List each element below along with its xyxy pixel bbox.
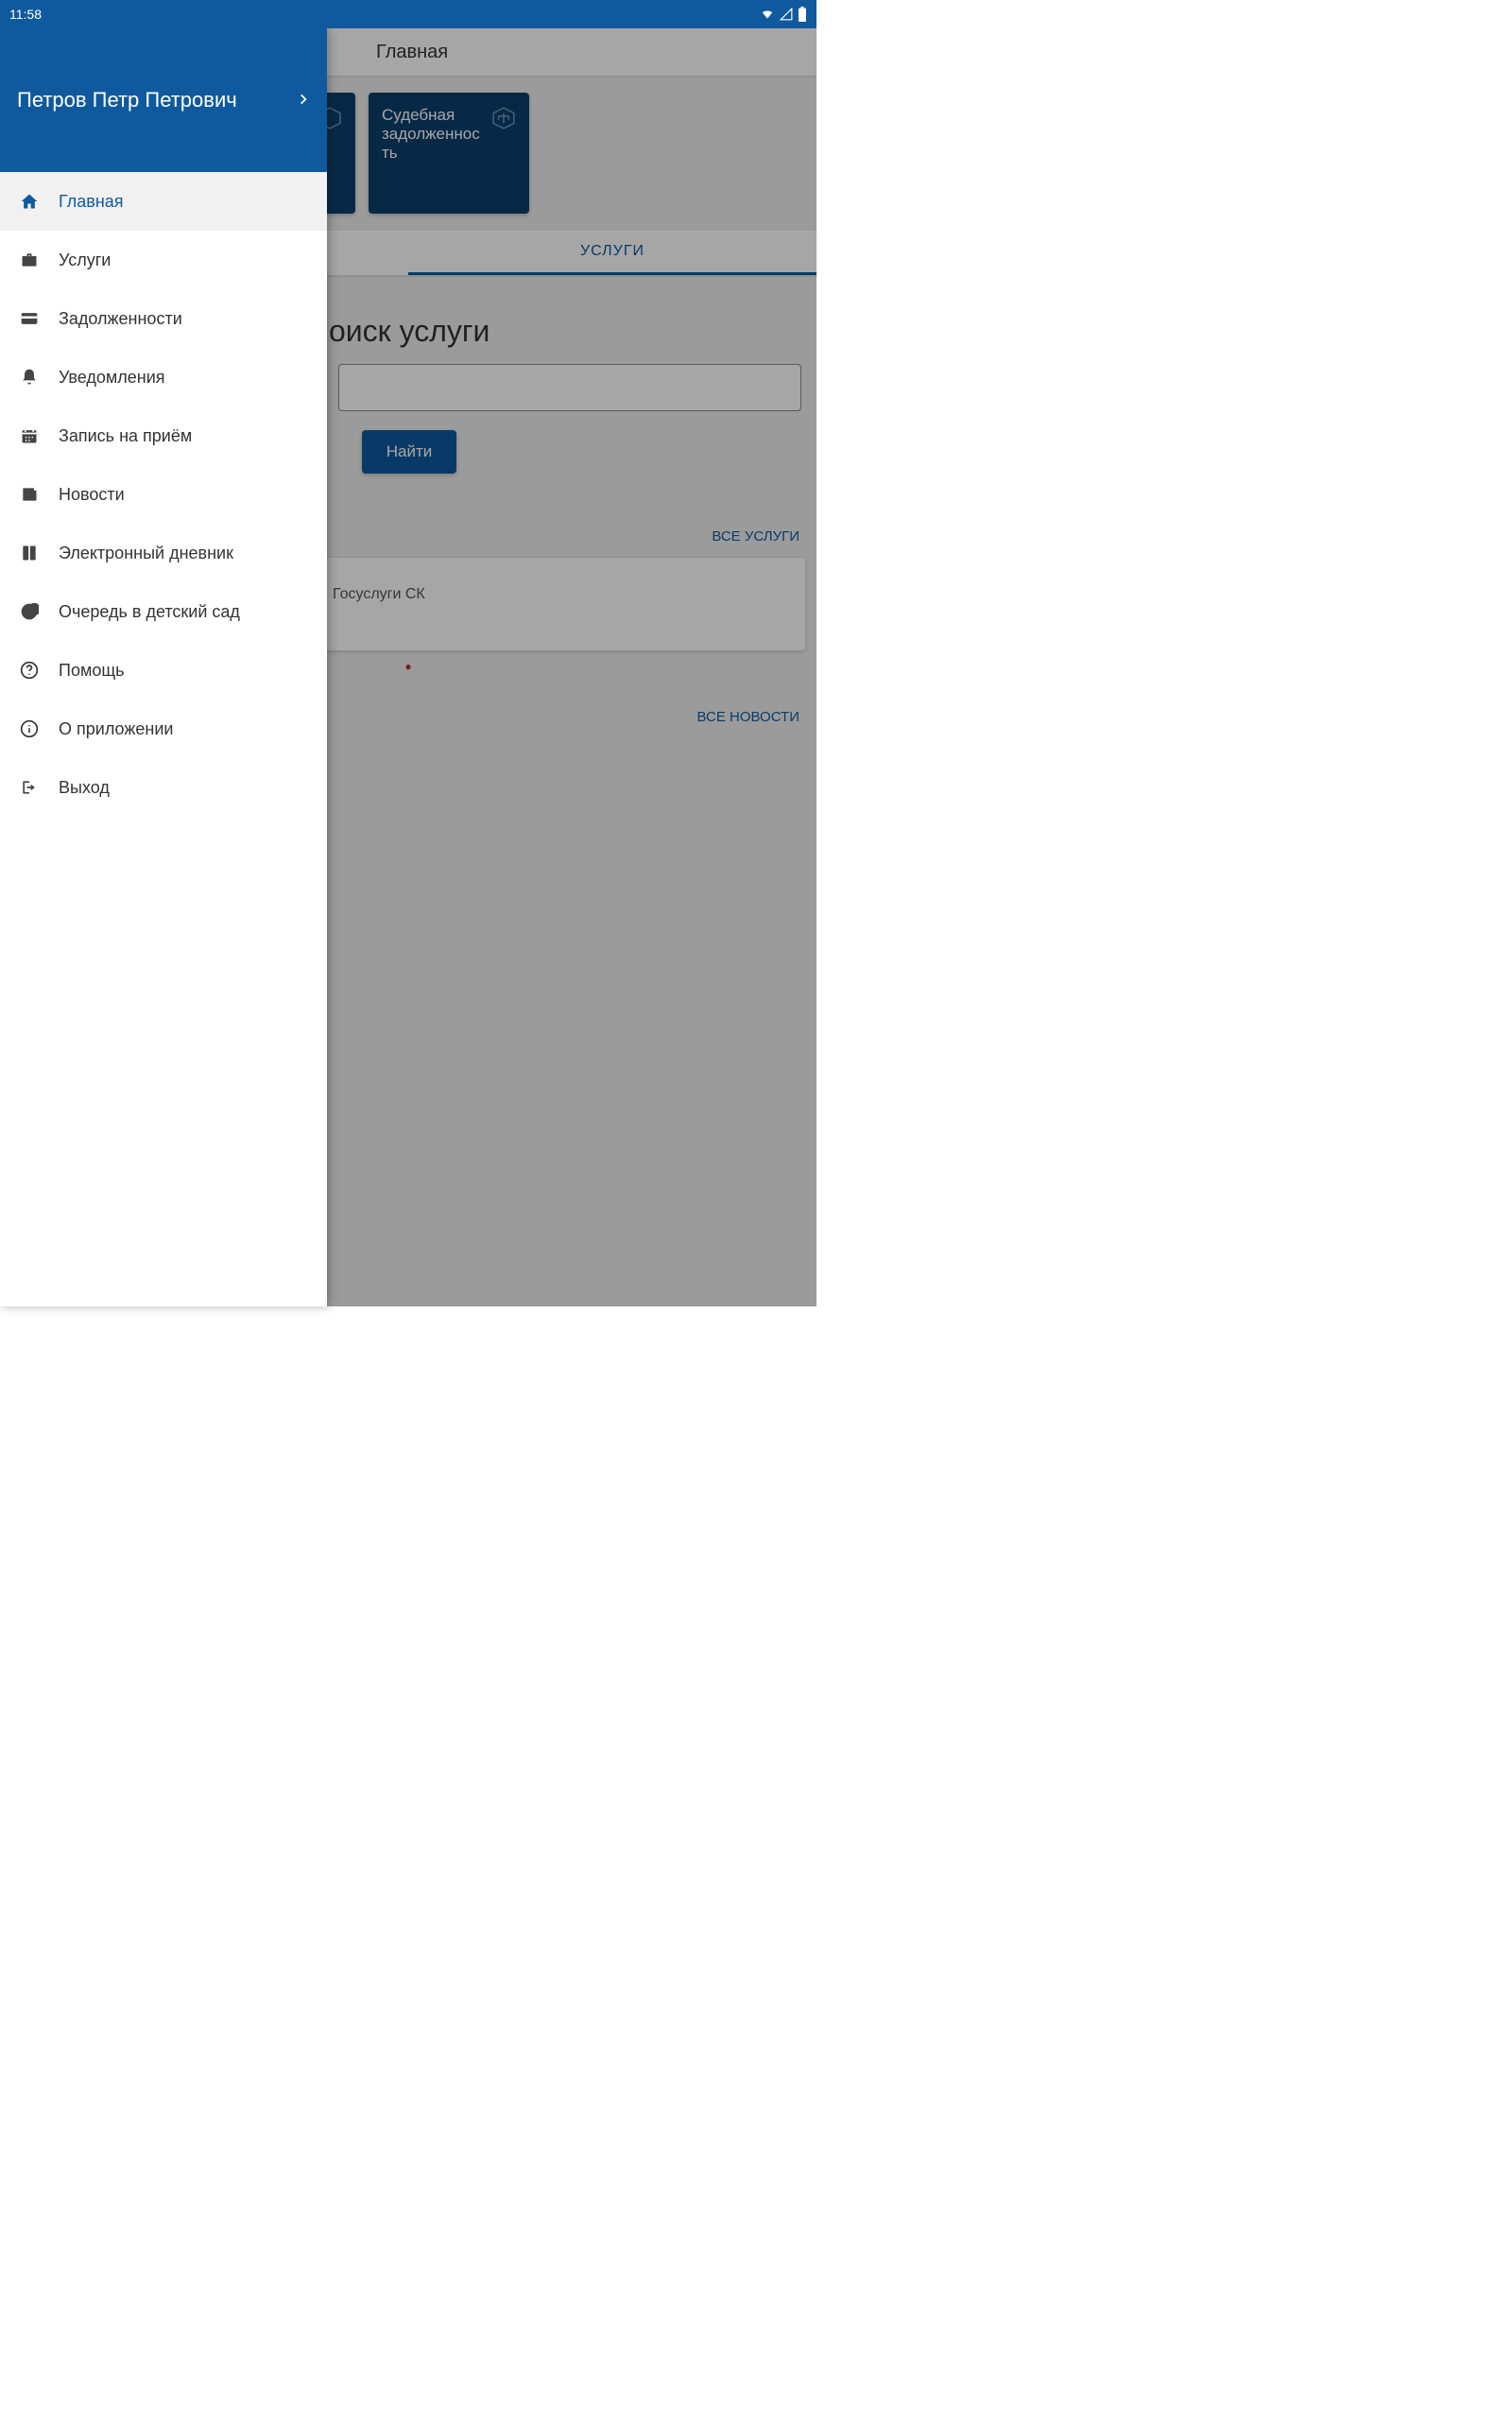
nav-item-pie[interactable]: Очередь в детский сад xyxy=(0,582,327,641)
nav-item-label: Запись на приём xyxy=(59,426,192,446)
nav-item-calendar[interactable]: Запись на приём xyxy=(0,406,327,465)
nav-item-home[interactable]: Главная xyxy=(0,172,327,231)
battery-icon xyxy=(798,7,807,22)
pie-icon xyxy=(19,601,40,622)
nav-item-label: Помощь xyxy=(59,661,125,681)
nav-item-label: О приложении xyxy=(59,719,173,739)
status-icons xyxy=(760,7,807,22)
nav-item-label: Электронный дневник xyxy=(59,544,233,563)
wifi-icon xyxy=(760,8,775,21)
nav-item-label: Уведомления xyxy=(59,368,165,388)
nav-item-info[interactable]: О приложении xyxy=(0,700,327,758)
diary-icon xyxy=(19,543,40,563)
nav-item-card[interactable]: Задолженности xyxy=(0,289,327,348)
nav-item-diary[interactable]: Электронный дневник xyxy=(0,524,327,582)
calendar-icon xyxy=(19,425,40,446)
nav-item-exit[interactable]: Выход xyxy=(0,758,327,817)
exit-icon xyxy=(19,777,40,798)
card-icon xyxy=(19,308,40,329)
nav-item-help[interactable]: Помощь xyxy=(0,641,327,700)
nav-item-label: Задолженности xyxy=(59,309,182,329)
nav-list: Главная Услуги Задолженности Уведомления Зап… xyxy=(0,172,327,1306)
home-icon xyxy=(19,191,40,212)
briefcase-icon xyxy=(19,250,40,270)
status-bar: 11:58 xyxy=(0,0,816,28)
nav-item-label: Выход xyxy=(59,778,110,798)
help-icon xyxy=(19,660,40,681)
signal-icon xyxy=(779,8,794,21)
nav-item-briefcase[interactable]: Услуги xyxy=(0,231,327,289)
drawer-header[interactable]: Петров Петр Петрович xyxy=(0,28,327,172)
info-icon xyxy=(19,718,40,739)
nav-item-label: Главная xyxy=(59,192,124,212)
news-icon xyxy=(19,484,40,505)
nav-item-label: Очередь в детский сад xyxy=(59,602,240,622)
nav-item-news[interactable]: Новости xyxy=(0,465,327,524)
bell-icon xyxy=(19,367,40,388)
nav-item-bell[interactable]: Уведомления xyxy=(0,348,327,406)
nav-item-label: Услуги xyxy=(59,251,111,270)
nav-drawer: Петров Петр Петрович Главная Услуги Задолж… xyxy=(0,28,327,1306)
nav-item-label: Новости xyxy=(59,485,125,505)
chevron-right-icon xyxy=(297,90,310,112)
drawer-user-name: Петров Петр Петрович xyxy=(17,88,237,112)
status-time: 11:58 xyxy=(9,7,42,22)
